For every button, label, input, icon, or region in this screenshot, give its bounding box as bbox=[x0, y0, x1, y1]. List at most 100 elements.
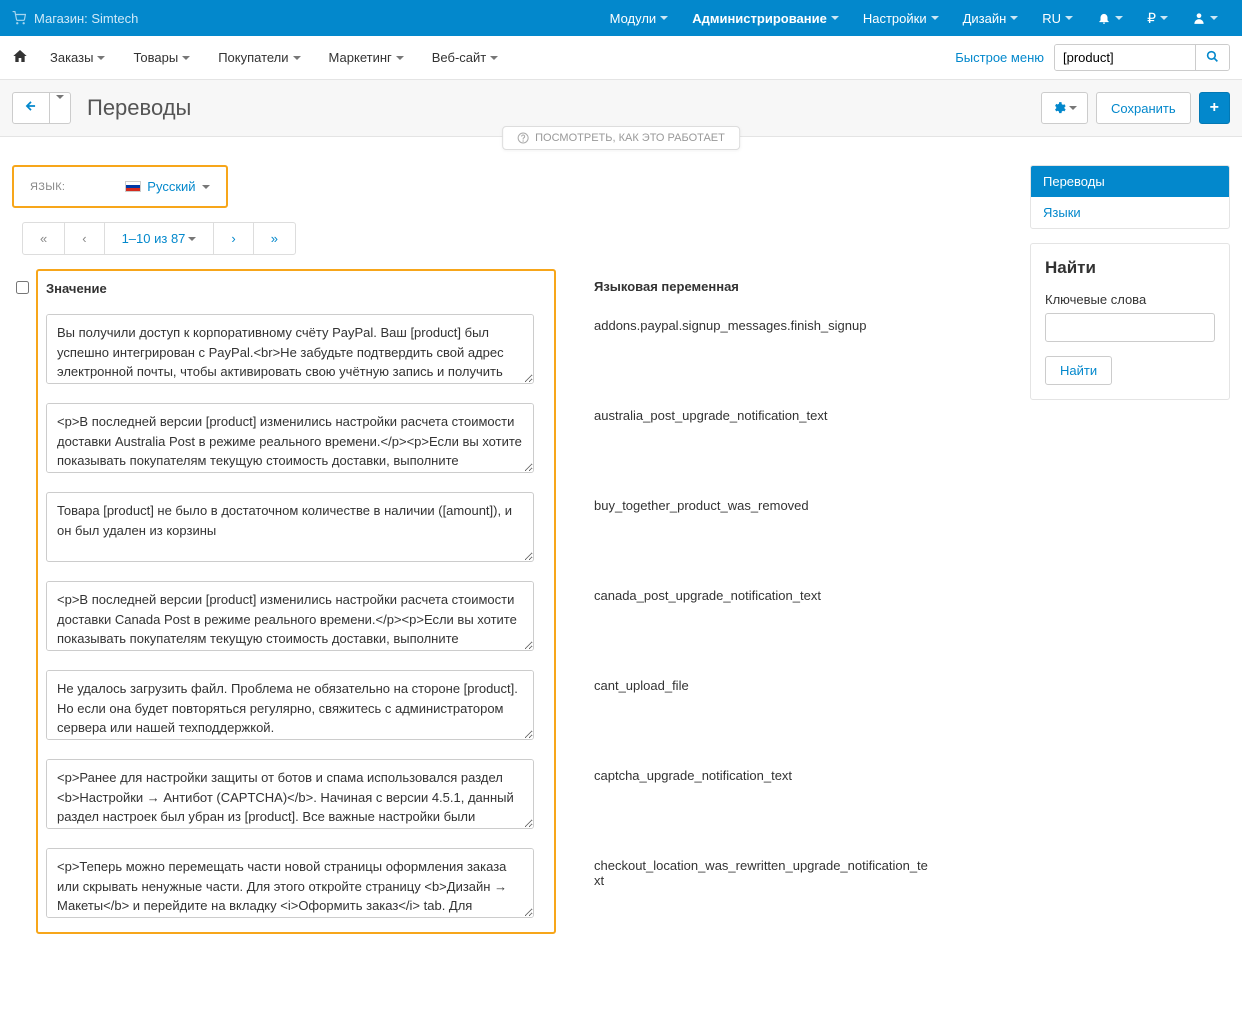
translation-value-input[interactable]: <p>Теперь можно перемещать части новой с… bbox=[46, 848, 534, 918]
back-dropdown-button[interactable] bbox=[50, 92, 71, 124]
arrow-left-icon bbox=[24, 99, 38, 113]
caret-down-icon bbox=[1065, 16, 1073, 20]
store-name: Магазин: Simtech bbox=[34, 11, 138, 26]
caret-down-icon bbox=[202, 185, 210, 189]
search-title: Найти bbox=[1045, 258, 1215, 278]
subnav-products[interactable]: Товары bbox=[127, 50, 196, 65]
pager-last[interactable]: » bbox=[253, 222, 296, 255]
sidebar-tabs: Переводы Языки bbox=[1030, 165, 1230, 229]
caret-down-icon bbox=[293, 56, 301, 60]
global-search bbox=[1054, 44, 1230, 71]
caret-down-icon bbox=[831, 16, 839, 20]
head-value: Значение bbox=[46, 281, 554, 296]
subnav-customers[interactable]: Покупатели bbox=[212, 50, 306, 65]
search-button[interactable] bbox=[1195, 45, 1229, 70]
gear-icon bbox=[1052, 101, 1066, 115]
nav-user[interactable] bbox=[1180, 0, 1230, 36]
caret-down-icon bbox=[1160, 16, 1168, 20]
caret-down-icon bbox=[1010, 16, 1018, 20]
translation-variable: buy_together_product_was_removed bbox=[594, 492, 934, 513]
cart-icon bbox=[12, 11, 26, 25]
hint-text: ПОСМОТРЕТЬ, КАК ЭТО РАБОТАЕТ bbox=[535, 132, 725, 144]
search-icon bbox=[1206, 50, 1219, 63]
nav-admin-label: Администрирование bbox=[692, 11, 827, 26]
question-icon bbox=[517, 132, 529, 144]
head-var: Языковая переменная bbox=[594, 279, 934, 294]
translation-variable: checkout_location_was_rewritten_upgrade_… bbox=[594, 852, 934, 888]
caret-down-icon bbox=[188, 237, 196, 241]
user-icon bbox=[1192, 11, 1206, 25]
quick-menu-link[interactable]: Быстрое меню bbox=[955, 50, 1044, 65]
pagination: « ‹ 1–10 из 87 › » bbox=[22, 222, 1016, 255]
translation-variable: canada_post_upgrade_notification_text bbox=[594, 582, 934, 603]
home-icon bbox=[12, 48, 28, 64]
caret-down-icon bbox=[182, 56, 190, 60]
pager-range-text: 1–10 из 87 bbox=[122, 231, 186, 246]
translation-variable: cant_upload_file bbox=[594, 672, 934, 693]
keywords-input[interactable] bbox=[1045, 313, 1215, 342]
language-value-text: Русский bbox=[147, 179, 195, 194]
back-button[interactable] bbox=[12, 92, 50, 124]
page-header: Переводы Сохранить + ПОСМОТРЕТЬ, КАК ЭТО… bbox=[0, 80, 1242, 137]
translation-variable: captcha_upgrade_notification_text bbox=[594, 762, 934, 783]
pager-next[interactable]: › bbox=[213, 222, 253, 255]
pager-prev[interactable]: ‹ bbox=[64, 222, 104, 255]
nav-design-label: Дизайн bbox=[963, 11, 1007, 26]
save-button[interactable]: Сохранить bbox=[1096, 92, 1191, 124]
subbar: Заказы Товары Покупатели Маркетинг Веб-с… bbox=[0, 36, 1242, 80]
caret-down-icon bbox=[97, 56, 105, 60]
language-selector: ЯЗЫК: Русский bbox=[12, 165, 228, 208]
language-value[interactable]: Русский bbox=[125, 179, 209, 194]
caret-down-icon bbox=[1115, 16, 1123, 20]
translation-value-input[interactable]: Не удалось загрузить файл. Проблема не о… bbox=[46, 670, 534, 740]
pager-range[interactable]: 1–10 из 87 bbox=[104, 222, 215, 255]
nav-modules[interactable]: Модули bbox=[598, 0, 681, 36]
nav-language-label: RU bbox=[1042, 11, 1061, 26]
caret-down-icon bbox=[1069, 106, 1077, 110]
nav-currency[interactable]: ₽ bbox=[1135, 0, 1180, 36]
pager-first[interactable]: « bbox=[22, 222, 65, 255]
caret-down-icon bbox=[1210, 16, 1218, 20]
keywords-label: Ключевые слова bbox=[1045, 292, 1215, 307]
translations-value-column: Значение Вы получили доступ к корпоратив… bbox=[36, 269, 556, 934]
flag-ru-icon bbox=[125, 181, 141, 192]
subnav-orders[interactable]: Заказы bbox=[44, 50, 111, 65]
subnav-customers-label: Покупатели bbox=[218, 50, 288, 65]
translation-variable: addons.paypal.signup_messages.finish_sig… bbox=[594, 312, 934, 333]
find-button[interactable]: Найти bbox=[1045, 356, 1112, 385]
bell-icon bbox=[1097, 11, 1111, 25]
search-input[interactable] bbox=[1055, 45, 1195, 70]
subnav-website[interactable]: Веб-сайт bbox=[426, 50, 504, 65]
sidebar-tab-translations[interactable]: Переводы bbox=[1031, 166, 1229, 197]
nav-language[interactable]: RU bbox=[1030, 0, 1085, 36]
caret-down-icon bbox=[660, 16, 668, 20]
page-title: Переводы bbox=[87, 95, 1041, 121]
translation-value-input[interactable]: Товара [product] не было в достаточном к… bbox=[46, 492, 534, 562]
caret-down-icon bbox=[490, 56, 498, 60]
caret-down-icon bbox=[931, 16, 939, 20]
sidebar-search: Найти Ключевые слова Найти bbox=[1030, 243, 1230, 400]
select-all-checkbox[interactable] bbox=[16, 281, 29, 294]
subnav-products-label: Товары bbox=[133, 50, 178, 65]
nav-settings[interactable]: Настройки bbox=[851, 0, 951, 36]
caret-down-icon bbox=[56, 95, 64, 116]
subnav-website-label: Веб-сайт bbox=[432, 50, 486, 65]
topbar: Магазин: Simtech Модули Администрировани… bbox=[0, 0, 1242, 36]
translation-value-input[interactable]: <p>В последней версии [product] изменили… bbox=[46, 403, 534, 473]
nav-settings-label: Настройки bbox=[863, 11, 927, 26]
settings-button[interactable] bbox=[1041, 92, 1088, 124]
subnav-orders-label: Заказы bbox=[50, 50, 93, 65]
add-button[interactable]: + bbox=[1199, 92, 1230, 124]
nav-modules-label: Модули bbox=[610, 11, 657, 26]
home-link[interactable] bbox=[12, 48, 28, 67]
translation-value-input[interactable]: <p>Ранее для настройки защиты от ботов и… bbox=[46, 759, 534, 829]
sidebar-tab-languages[interactable]: Языки bbox=[1031, 197, 1229, 228]
nav-notifications[interactable] bbox=[1085, 0, 1135, 36]
nav-admin[interactable]: Администрирование bbox=[680, 0, 851, 36]
nav-design[interactable]: Дизайн bbox=[951, 0, 1031, 36]
translation-variable: australia_post_upgrade_notification_text bbox=[594, 402, 934, 423]
hint-banner[interactable]: ПОСМОТРЕТЬ, КАК ЭТО РАБОТАЕТ bbox=[502, 126, 740, 150]
translation-value-input[interactable]: <p>В последней версии [product] изменили… bbox=[46, 581, 534, 651]
subnav-marketing[interactable]: Маркетинг bbox=[323, 50, 410, 65]
translation-value-input[interactable]: Вы получили доступ к корпоративному счёт… bbox=[46, 314, 534, 384]
